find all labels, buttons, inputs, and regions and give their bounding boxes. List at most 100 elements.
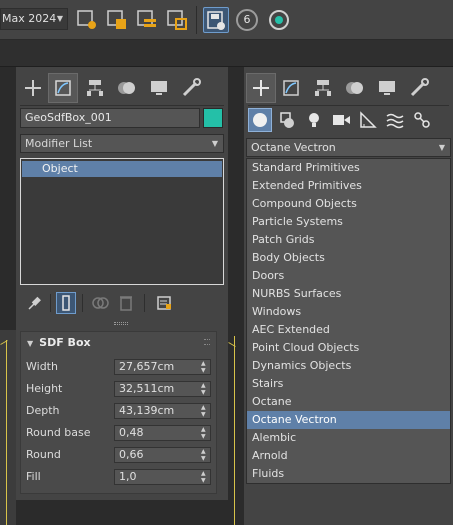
remove-modifier-icon[interactable]: [116, 292, 136, 314]
configure-modifier-sets-icon[interactable]: [154, 292, 174, 314]
create-tab-icon[interactable]: [18, 73, 48, 103]
select-object-icon[interactable]: [104, 7, 130, 33]
spinner-arrows-icon[interactable]: ▲ ▼: [201, 448, 208, 462]
property-label: Depth: [26, 404, 60, 417]
category-item[interactable]: Compound Objects: [247, 195, 450, 213]
rollout-header[interactable]: ▼ SDF Box: [21, 332, 216, 354]
modifier-list-dropdown[interactable]: Modifier List ▼: [20, 134, 224, 153]
height-spinner[interactable]: 32,511cm ▲ ▼: [114, 381, 211, 397]
category-item[interactable]: Doors: [247, 267, 450, 285]
geometry-icon[interactable]: [248, 108, 272, 132]
utilities-tab-icon[interactable]: [404, 73, 434, 103]
rollout-drag-handle-icon[interactable]: [204, 339, 210, 345]
render-count-label: 6: [243, 13, 251, 26]
category-item[interactable]: Patch Grids: [247, 231, 450, 249]
systems-icon[interactable]: [410, 108, 434, 132]
modify-tab-icon[interactable]: [48, 73, 78, 103]
property-width: Width 27,657cm ▲ ▼: [26, 357, 212, 377]
command-panel-tabs: [16, 73, 228, 103]
spinner-arrows-icon[interactable]: ▲ ▼: [201, 360, 208, 374]
spinner-arrows-icon[interactable]: ▲ ▼: [201, 470, 208, 484]
render-setup-icon[interactable]: [203, 7, 229, 33]
depth-spinner[interactable]: 43,139cm ▲ ▼: [114, 403, 211, 419]
pin-stack-icon[interactable]: [24, 292, 44, 314]
geometry-category-dropdown[interactable]: Octane Vectron ▼: [246, 138, 451, 157]
stack-toolbar: [20, 292, 224, 314]
helpers-icon[interactable]: [356, 108, 380, 132]
viewport-left[interactable]: [0, 330, 16, 525]
category-item[interactable]: Octane Vectron: [247, 411, 450, 429]
spinner-arrows-icon[interactable]: ▲ ▼: [201, 426, 208, 440]
toolbar-separator: [196, 6, 197, 34]
motion-tab-icon[interactable]: [340, 73, 370, 103]
toolbar-strip: [0, 40, 453, 66]
category-item[interactable]: Fluids: [247, 465, 450, 483]
make-unique-icon[interactable]: [90, 292, 110, 314]
spinner-value: 32,511cm: [119, 382, 175, 395]
spinner-value: 27,657cm: [119, 360, 175, 373]
fill-spinner[interactable]: 1,0 ▲ ▼: [114, 469, 211, 485]
category-item[interactable]: Alembic: [247, 429, 450, 447]
viewport-right-edge[interactable]: [228, 336, 236, 525]
panel-resize-grip[interactable]: [114, 322, 128, 325]
window-crossing-icon[interactable]: [164, 7, 190, 33]
utilities-tab-icon[interactable]: [176, 73, 206, 103]
spinner-arrows-icon[interactable]: ▲ ▼: [201, 382, 208, 396]
create-panel: Octane Vectron ▼ Standard Primitives Exte…: [244, 67, 453, 525]
chevron-down-icon: ▼: [438, 143, 445, 152]
category-item[interactable]: Dynamics Objects: [247, 357, 450, 375]
property-label: Fill: [26, 470, 41, 483]
category-dropdown-label: Octane Vectron: [251, 141, 336, 154]
spinner-value: 1,0: [119, 470, 137, 483]
category-item[interactable]: NURBS Surfaces: [247, 285, 450, 303]
property-height: Height 32,511cm ▲ ▼: [26, 379, 212, 399]
category-item[interactable]: Point Cloud Objects: [247, 339, 450, 357]
category-item[interactable]: Particle Systems: [247, 213, 450, 231]
stack-item-object[interactable]: Object: [22, 161, 222, 177]
modifier-stack[interactable]: Object: [20, 158, 224, 285]
stack-separator: [50, 294, 51, 312]
create-tab-icon[interactable]: [246, 73, 276, 103]
property-round: Round 0,66 ▲ ▼: [26, 445, 212, 465]
category-item[interactable]: Stairs: [247, 375, 450, 393]
category-item[interactable]: Body Objects: [247, 249, 450, 267]
category-item[interactable]: Windows: [247, 303, 450, 321]
shapes-icon[interactable]: [275, 108, 299, 132]
modify-tab-icon[interactable]: [276, 73, 306, 103]
modify-panel: GeoSdfBox_001 Modifier List ▼ Object ▼ SD…: [16, 67, 228, 500]
space-warps-icon[interactable]: [383, 108, 407, 132]
rollout-title: SDF Box: [39, 336, 91, 349]
show-end-result-icon[interactable]: [56, 292, 76, 314]
command-panel-tabs: [244, 73, 453, 103]
select-by-name-icon[interactable]: [134, 7, 160, 33]
property-round-base: Round base 0,48 ▲ ▼: [26, 423, 212, 443]
spinner-arrows-icon[interactable]: ▲ ▼: [201, 404, 208, 418]
workspace-dropdown[interactable]: Max 2024 ▼: [0, 8, 68, 30]
stack-separator: [144, 294, 145, 312]
hierarchy-tab-icon[interactable]: [80, 73, 110, 103]
select-and-link-icon[interactable]: [74, 7, 100, 33]
object-name-field[interactable]: GeoSdfBox_001: [20, 108, 200, 128]
width-spinner[interactable]: 27,657cm ▲ ▼: [114, 359, 211, 375]
hierarchy-tab-icon[interactable]: [308, 73, 338, 103]
category-item[interactable]: Arnold: [247, 447, 450, 465]
motion-tab-icon[interactable]: [112, 73, 142, 103]
property-depth: Depth 43,139cm ▲ ▼: [26, 401, 212, 421]
create-category-icons: [248, 108, 448, 134]
category-item[interactable]: AEC Extended: [247, 321, 450, 339]
category-item[interactable]: Octane: [247, 393, 450, 411]
property-label: Round: [26, 448, 61, 461]
category-item[interactable]: Standard Primitives: [247, 159, 450, 177]
main-toolbar: Max 2024 ▼ 6: [0, 0, 453, 40]
stack-separator: [82, 294, 83, 312]
object-color-swatch[interactable]: [203, 108, 223, 128]
lights-icon[interactable]: [302, 108, 326, 132]
round-spinner[interactable]: 0,66 ▲ ▼: [114, 447, 211, 463]
round-base-spinner[interactable]: 0,48 ▲ ▼: [114, 425, 211, 441]
display-tab-icon[interactable]: [372, 73, 402, 103]
render-count-badge[interactable]: 6: [236, 9, 258, 31]
display-tab-icon[interactable]: [144, 73, 174, 103]
category-item[interactable]: Extended Primitives: [247, 177, 450, 195]
cameras-icon[interactable]: [329, 108, 353, 132]
render-iteration-icon[interactable]: [266, 7, 292, 33]
